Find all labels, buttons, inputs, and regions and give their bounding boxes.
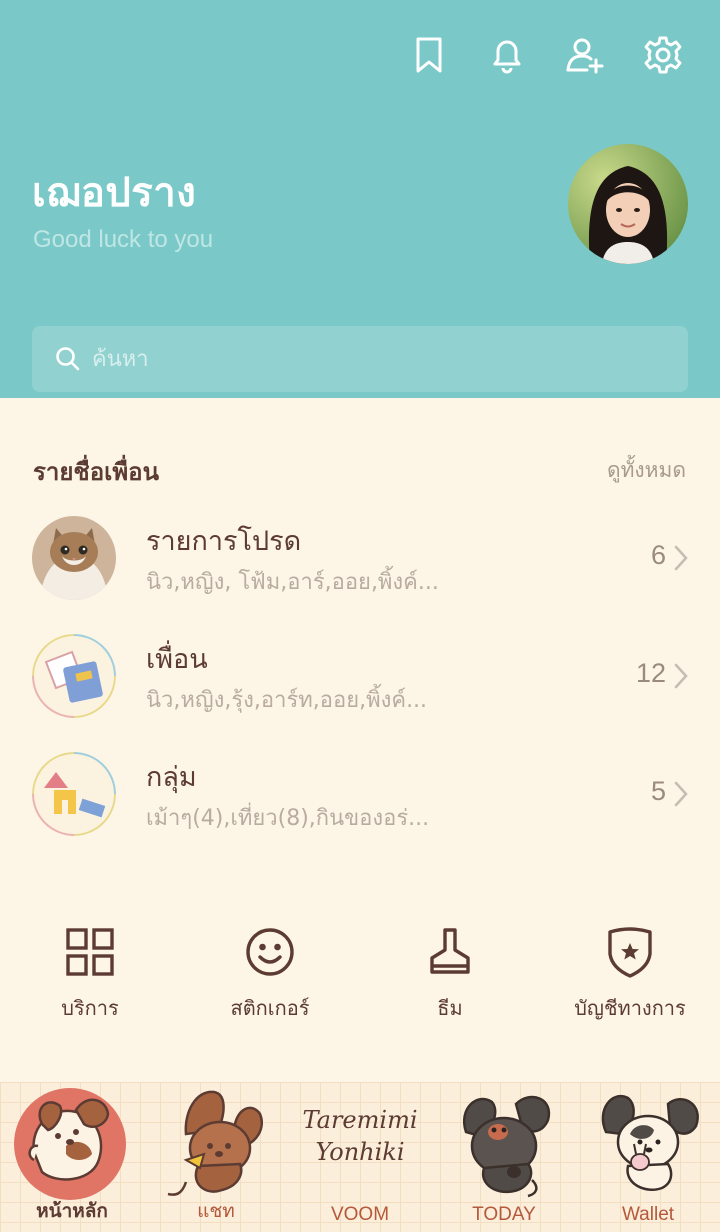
grid-icon — [66, 928, 114, 976]
top-toolbar — [390, 30, 702, 80]
notification-button[interactable] — [468, 30, 546, 80]
cat-thumbnail — [32, 516, 116, 600]
nav-tab-chat[interactable]: แชท — [144, 1082, 288, 1232]
logo-text-line2: Yonhiki — [315, 1138, 404, 1166]
smiley-icon — [246, 928, 294, 976]
shortcut-official-accounts[interactable]: บัญชีทางการ — [540, 924, 720, 1034]
list-item-count: 5 — [650, 776, 666, 806]
list-item-groups[interactable]: กลุ่ม เม้าๆ(4),เที่ยว(8),กินของอร่... 5 — [0, 752, 720, 852]
search-icon — [56, 347, 80, 371]
blocks-thumbnail — [32, 752, 116, 836]
search-bar[interactable] — [32, 326, 688, 392]
profile-name[interactable]: เฌอปราง — [32, 160, 196, 224]
puppy-chat-icon — [167, 1090, 263, 1196]
shortcut-themes[interactable]: ธีม — [360, 924, 540, 1034]
chevron-right-icon — [674, 781, 688, 807]
settings-button[interactable] — [624, 30, 702, 80]
shield-star-icon — [608, 927, 652, 978]
nav-tab-today[interactable]: TODAY — [432, 1082, 576, 1232]
brush-icon — [430, 928, 470, 974]
profile-header: เฌอปราง Good luck to you — [0, 0, 720, 398]
nav-label: VOOM — [330, 1204, 390, 1225]
nav-label: หน้าหลัก — [36, 1201, 108, 1222]
list-item-subtitle: นิว,หญิง, โฟ้ม,อาร์,ออย,พิ้งค์... — [146, 570, 439, 595]
puppy-home-icon — [14, 1088, 126, 1200]
bottom-navigation: หน้าหลัก แชท Taremimi Yonhiki VOOM TODAY… — [0, 1082, 720, 1232]
list-item-subtitle: นิว,หญิง,รุ้ง,อาร์ท,ออย,พิ้งค์... — [146, 688, 428, 713]
nav-label: TODAY — [472, 1204, 536, 1225]
book-thumbnail — [32, 634, 116, 718]
bookmark-icon — [416, 37, 442, 73]
puppy-bunny-icon — [601, 1095, 699, 1191]
list-item-subtitle: เม้าๆ(4),เที่ยว(8),กินของอร่... — [146, 806, 430, 831]
nav-tab-voom[interactable]: Taremimi Yonhiki VOOM — [288, 1082, 432, 1232]
status-message[interactable]: Good luck to you — [33, 226, 213, 254]
bookmark-button[interactable] — [390, 30, 468, 80]
chevron-right-icon — [674, 545, 688, 571]
black-puppy-icon — [463, 1095, 551, 1198]
list-item-title: รายการโปรด — [146, 526, 302, 557]
add-friend-icon — [566, 38, 604, 74]
logo-text-line1: Taremimi — [303, 1106, 418, 1134]
see-all-link[interactable]: ดูทั้งหมด — [607, 454, 686, 487]
list-item-count: 12 — [635, 658, 666, 688]
list-item-title: เพื่อน — [146, 644, 208, 675]
add-friend-button[interactable] — [546, 30, 624, 80]
service-shortcuts: บริการ สติกเกอร์ ธีม บัญชีทางการ — [0, 924, 720, 1034]
profile-avatar[interactable] — [568, 144, 688, 264]
nav-label: Wallet — [621, 1204, 675, 1225]
bell-icon — [493, 40, 521, 74]
shortcut-services[interactable]: บริการ — [0, 924, 180, 1034]
shortcut-label: บัญชีทางการ — [574, 996, 686, 1020]
nav-label: แชท — [197, 1201, 235, 1222]
search-input[interactable] — [92, 346, 652, 372]
shortcut-label: บริการ — [61, 996, 119, 1020]
list-item-count: 6 — [650, 540, 666, 570]
gear-icon — [644, 36, 682, 74]
list-item-title: กลุ่ม — [146, 762, 197, 793]
shortcut-stickers[interactable]: สติกเกอร์ — [180, 924, 360, 1034]
taremimi-logo: Taremimi Yonhiki — [303, 1106, 418, 1166]
nav-tab-home[interactable]: หน้าหลัก — [0, 1082, 144, 1232]
chevron-right-icon — [674, 663, 688, 689]
shortcut-label: ธีม — [437, 996, 463, 1020]
list-item-friends[interactable]: เพื่อน นิว,หญิง,รุ้ง,อาร์ท,ออย,พิ้งค์...… — [0, 634, 720, 734]
friend-list-title: รายชื่อเพื่อน — [33, 458, 159, 486]
nav-tab-wallet[interactable]: Wallet — [576, 1082, 720, 1232]
shortcut-label: สติกเกอร์ — [230, 996, 310, 1020]
list-item-favorites[interactable]: รายการโปรด นิว,หญิง, โฟ้ม,อาร์,ออย,พิ้งค… — [0, 516, 720, 616]
